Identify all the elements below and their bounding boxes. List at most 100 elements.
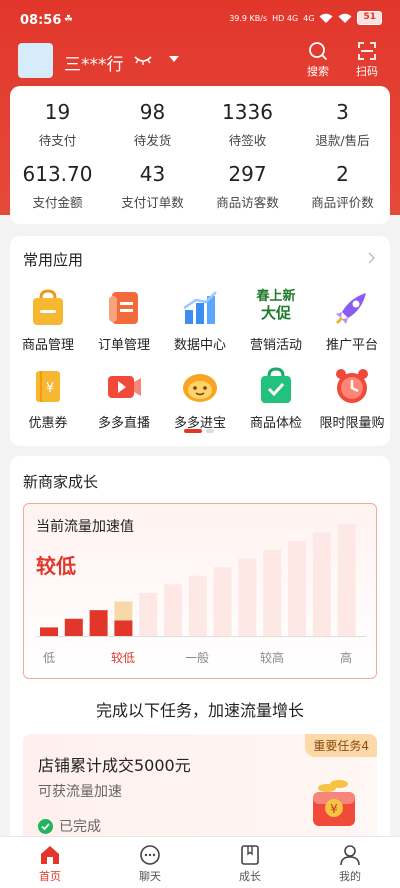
app-label: 商品管理	[21, 338, 74, 353]
chart-bar	[89, 610, 108, 636]
stat-label: 待发货	[133, 133, 172, 148]
chart-bar	[213, 567, 232, 636]
task-heading: 完成以下任务，加速流量增长	[95, 701, 304, 720]
chart-bar	[312, 532, 331, 636]
chart-tick-label: 较低	[110, 651, 136, 665]
stat-product-reviews[interactable]: 2 商品评价数	[295, 162, 390, 211]
common-apps-title: 常用应用	[23, 251, 84, 269]
app-order-management[interactable]: 订单管理	[86, 288, 162, 353]
search-button[interactable]: 搜索	[298, 40, 338, 79]
stat-pending-payment[interactable]: 19 待支付	[10, 100, 105, 149]
chart-bar	[64, 618, 83, 636]
chart-tick-label: 一般	[184, 651, 210, 665]
scan-label: 扫码	[356, 65, 378, 78]
shop-avatar[interactable]	[18, 43, 53, 78]
stat-pending-receipt[interactable]: 1336 待签收	[200, 100, 295, 149]
alarm-clock-icon	[332, 366, 372, 406]
coupon-icon: ¥	[28, 366, 68, 406]
tab-chat[interactable]: 聊天	[100, 844, 200, 884]
app-flash-sale[interactable]: 限时限量购	[314, 366, 390, 431]
shop-name[interactable]: 三***行	[64, 50, 124, 75]
task-subtitle: 可获流量加速	[38, 784, 122, 800]
promo-text-line1: 春上新	[256, 289, 296, 304]
growth-card: 新商家成长 当前流量加速值 较低 低较低 一般 较高高 完成以下任务，加速流量增长 …	[10, 456, 390, 856]
traffic-chart: 当前流量加速值 较低 低较低 一般 较高高	[23, 503, 377, 679]
stat-value: 19	[44, 100, 71, 124]
mascot-icon	[180, 366, 220, 406]
chart-bar	[188, 575, 207, 636]
chart-bar	[164, 584, 182, 636]
home-icon	[41, 846, 59, 864]
tab-label: 成长	[239, 870, 261, 883]
task-status: 已完成	[38, 816, 101, 836]
chart-bar	[288, 541, 306, 636]
stat-paid-orders[interactable]: 43 支付订单数	[105, 162, 200, 211]
tab-label: 首页	[39, 870, 61, 883]
user-icon	[340, 845, 360, 866]
stat-label: 商品评价数	[311, 195, 374, 210]
app-live-stream[interactable]: 多多直播	[86, 366, 162, 431]
bar-chart-icon	[180, 288, 220, 328]
app-label: 数据中心	[173, 338, 226, 353]
stat-value: 1336	[222, 100, 273, 124]
tab-profile[interactable]: 我的	[300, 844, 400, 884]
app-marketing[interactable]: 春上新 大促 营销活动	[238, 288, 314, 353]
tab-home[interactable]: 首页	[0, 844, 100, 884]
check-bag-icon	[256, 366, 296, 406]
chart-bar	[263, 549, 282, 636]
app-product-checkup[interactable]: 商品体检	[238, 366, 314, 431]
wifi-2-icon	[338, 13, 352, 23]
tab-label: 聊天	[139, 870, 161, 883]
scan-icon	[358, 42, 376, 60]
task-card[interactable]: 重要任务4 店铺累计成交5000元 可获流量加速 已完成 ¥	[23, 734, 377, 844]
svg-text:¥: ¥	[46, 381, 54, 396]
chart-tick-label: 较高	[259, 651, 285, 665]
stat-pending-shipment[interactable]: 98 待发货	[105, 100, 200, 149]
shopping-bag-icon	[28, 288, 68, 328]
chevron-down-icon[interactable]	[168, 54, 180, 64]
chart-axis	[36, 636, 366, 637]
chart-bar	[238, 558, 257, 636]
notification-icon: ☘	[64, 14, 73, 25]
eye-closed-icon[interactable]	[134, 54, 152, 66]
red-envelope-icon: ¥	[313, 780, 355, 826]
scan-button[interactable]: 扫码	[347, 40, 387, 79]
app-label: 推广平台	[325, 338, 378, 353]
app-label: 商品体检	[249, 416, 302, 431]
tab-growth[interactable]: 成长	[200, 844, 300, 884]
stat-label: 支付订单数	[121, 195, 184, 210]
status-icons: 39.9 KB/s HD 4G 4G 51	[229, 11, 382, 25]
promotion-text-icon: 春上新 大促	[248, 288, 304, 328]
app-duoduo-jinbao[interactable]: 多多进宝	[162, 366, 238, 431]
live-video-icon	[104, 366, 144, 406]
chart-tick-label: 低	[42, 651, 56, 665]
task-status-text: 已完成	[59, 819, 101, 835]
book-icon	[241, 845, 259, 865]
chart-bar	[40, 627, 58, 636]
page-dot-active	[184, 429, 202, 433]
stat-product-visitors[interactable]: 297 商品访客数	[200, 162, 295, 211]
stat-label: 支付金额	[32, 195, 83, 210]
signal-4g-icon: 4G	[303, 13, 315, 23]
chart-bar-current-fill	[114, 620, 133, 636]
task-badge: 重要任务4	[305, 734, 377, 757]
stat-refunds[interactable]: 3 退款/售后	[295, 100, 390, 149]
promo-text-line2: 大促	[260, 304, 291, 322]
search-icon	[309, 42, 328, 61]
stat-value: 98	[139, 100, 166, 124]
shop-header: 三***行 搜索 扫码	[0, 40, 400, 84]
stat-payment-amount[interactable]: 613.70 支付金额	[10, 162, 105, 211]
app-data-center[interactable]: 数据中心	[162, 288, 238, 353]
stat-value: 3	[336, 100, 349, 124]
growth-title: 新商家成长	[23, 473, 99, 491]
app-label: 多多直播	[97, 416, 150, 431]
chevron-right-icon[interactable]	[368, 252, 376, 264]
stat-value: 43	[139, 162, 166, 186]
common-apps-card: 常用应用 商品管理 订单管理 数据中心 春上新 大促 营销活动 推广平台 ¥ 优…	[10, 236, 390, 446]
app-product-management[interactable]: 商品管理	[10, 288, 86, 353]
app-promotion-platform[interactable]: 推广平台	[314, 288, 390, 353]
stat-label: 待支付	[38, 133, 77, 148]
chart-tick-label: 高	[339, 651, 353, 665]
app-coupons[interactable]: ¥ 优惠券	[10, 366, 86, 431]
tab-label: 我的	[339, 870, 361, 883]
